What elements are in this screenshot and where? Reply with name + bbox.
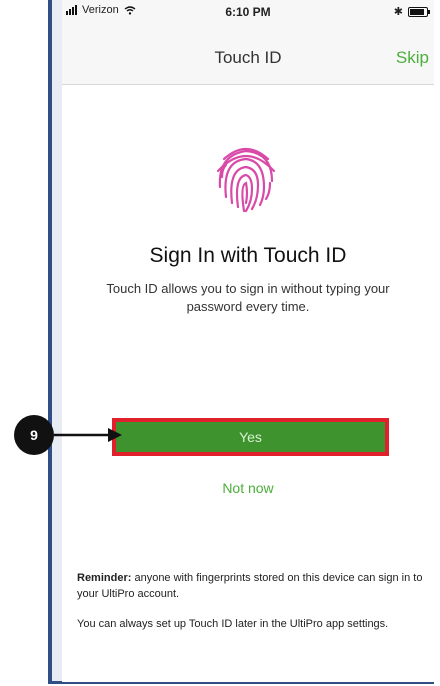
battery-icon <box>408 6 430 17</box>
status-bar: Verizon 6:10 PM ✱ <box>62 0 434 26</box>
status-right-icons: ✱ <box>393 5 430 18</box>
top-bar: Verizon 6:10 PM ✱ Touch ID Skip <box>62 0 434 85</box>
fingerprint-icon <box>206 137 286 217</box>
bluetooth-icon: ✱ <box>393 6 403 18</box>
not-now-button[interactable]: Not now <box>62 480 434 496</box>
reminder-label: Reminder: <box>77 572 132 584</box>
yes-highlight-box: Yes <box>112 418 389 456</box>
status-time: 6:10 PM <box>225 5 271 19</box>
page-description: Touch ID allows you to sign in without t… <box>106 281 390 314</box>
nav-title: Touch ID <box>214 48 282 67</box>
arrow-right-icon <box>54 428 122 442</box>
reminder-text: Reminder: anyone with fingerprints store… <box>77 570 427 602</box>
skip-button[interactable]: Skip <box>396 48 429 68</box>
reminder-text-2: You can always set up Touch ID later in … <box>77 618 389 630</box>
phone-screen: Verizon 6:10 PM ✱ Touch ID Skip Sign In … <box>62 0 434 682</box>
step-badge: 9 <box>14 415 54 455</box>
page-title: Sign In with Touch ID <box>149 244 347 267</box>
navigation-bar: Touch ID Skip <box>62 30 434 76</box>
yes-button[interactable]: Yes <box>116 422 385 452</box>
